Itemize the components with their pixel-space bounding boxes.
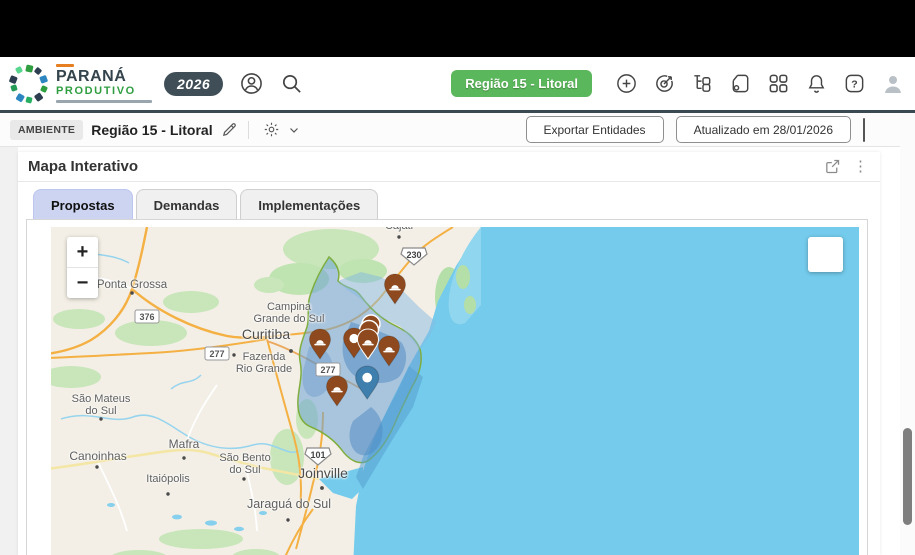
hierarchy-icon[interactable] (691, 72, 714, 95)
zoom-in-button[interactable]: + (67, 237, 98, 267)
svg-text:376: 376 (139, 312, 154, 322)
map-island (464, 296, 476, 314)
zoom-out-button[interactable]: − (67, 268, 98, 298)
notifications-bell-icon[interactable] (805, 72, 828, 95)
logo-title: PARANÁ (56, 69, 152, 85)
scope-chip: AMBIENTE (10, 120, 83, 140)
user-avatar-icon[interactable] (881, 72, 905, 96)
settings-gear-icon[interactable] (263, 121, 280, 138)
divider (248, 121, 249, 139)
add-circle-icon[interactable] (615, 72, 638, 95)
export-entities-button[interactable]: Exportar Entidades (526, 116, 664, 143)
tab-implementacoes[interactable]: Implementações (240, 189, 378, 219)
environment-bar: AMBIENTE Região 15 - Litoral Exportar En… (0, 113, 915, 147)
app-window: PARANÁ PRODUTIVO 2026 Região 15 - Litora… (0, 0, 915, 555)
route-badge-277-west: 277 (205, 347, 229, 360)
goal-icon[interactable] (653, 72, 676, 95)
tab-demandas[interactable]: Demandas (136, 189, 238, 219)
logo-subtitle: PRODUTIVO (56, 86, 152, 97)
app-logo[interactable]: PARANÁ PRODUTIVO (8, 63, 152, 105)
chevron-down-icon[interactable] (288, 124, 300, 136)
kebab-menu-icon[interactable]: ⋮ (853, 159, 868, 174)
route-badge-376: 376 (135, 310, 159, 323)
account-icon[interactable] (239, 71, 264, 96)
svg-text:230: 230 (406, 250, 421, 260)
svg-text:?: ? (851, 78, 857, 90)
map-island (456, 265, 470, 289)
toolbar-divider (863, 118, 865, 142)
app-header: PARANÁ PRODUTIVO 2026 Região 15 - Litora… (0, 57, 915, 110)
search-icon[interactable] (280, 72, 303, 95)
scrollbar-thumb[interactable] (903, 428, 912, 525)
map-zoom-control: + − (67, 237, 98, 298)
apps-grid-icon[interactable] (767, 72, 790, 95)
scope-value: Região 15 - Litoral (91, 122, 212, 138)
help-icon[interactable]: ? (843, 72, 866, 95)
page-background-strip (0, 147, 18, 555)
logo-tagline-bottom (56, 100, 152, 103)
page-body: Mapa Interativo ⋮ Propostas Demandas Imp… (0, 147, 915, 555)
map-control-button[interactable] (808, 237, 843, 272)
logo-tagline-top (56, 64, 74, 67)
tab-content: 230 376 277 (26, 219, 868, 555)
route-file-icon[interactable] (729, 72, 752, 95)
svg-text:277: 277 (320, 365, 335, 375)
updated-at-button[interactable]: Atualizado em 28/01/2026 (676, 116, 851, 143)
year-badge[interactable]: 2026 (164, 72, 223, 96)
top-black-bar (0, 0, 915, 57)
tab-propostas[interactable]: Propostas (33, 189, 133, 219)
map-tabs: Propostas Demandas Implementações (18, 182, 880, 219)
region-badge[interactable]: Região 15 - Litoral (451, 70, 592, 97)
interactive-map[interactable]: 230 376 277 (51, 227, 859, 555)
edit-pencil-icon[interactable] (221, 121, 238, 138)
logo-icon (8, 63, 50, 105)
open-external-icon[interactable] (824, 158, 841, 175)
svg-text:277: 277 (209, 349, 224, 359)
svg-text:101: 101 (310, 450, 325, 460)
map-canvas: 230 376 277 (51, 227, 859, 555)
interactive-map-card: Mapa Interativo ⋮ Propostas Demandas Imp… (18, 152, 880, 555)
route-badge-277-east: 277 (316, 363, 340, 376)
panel-title: Mapa Interativo (28, 158, 812, 175)
